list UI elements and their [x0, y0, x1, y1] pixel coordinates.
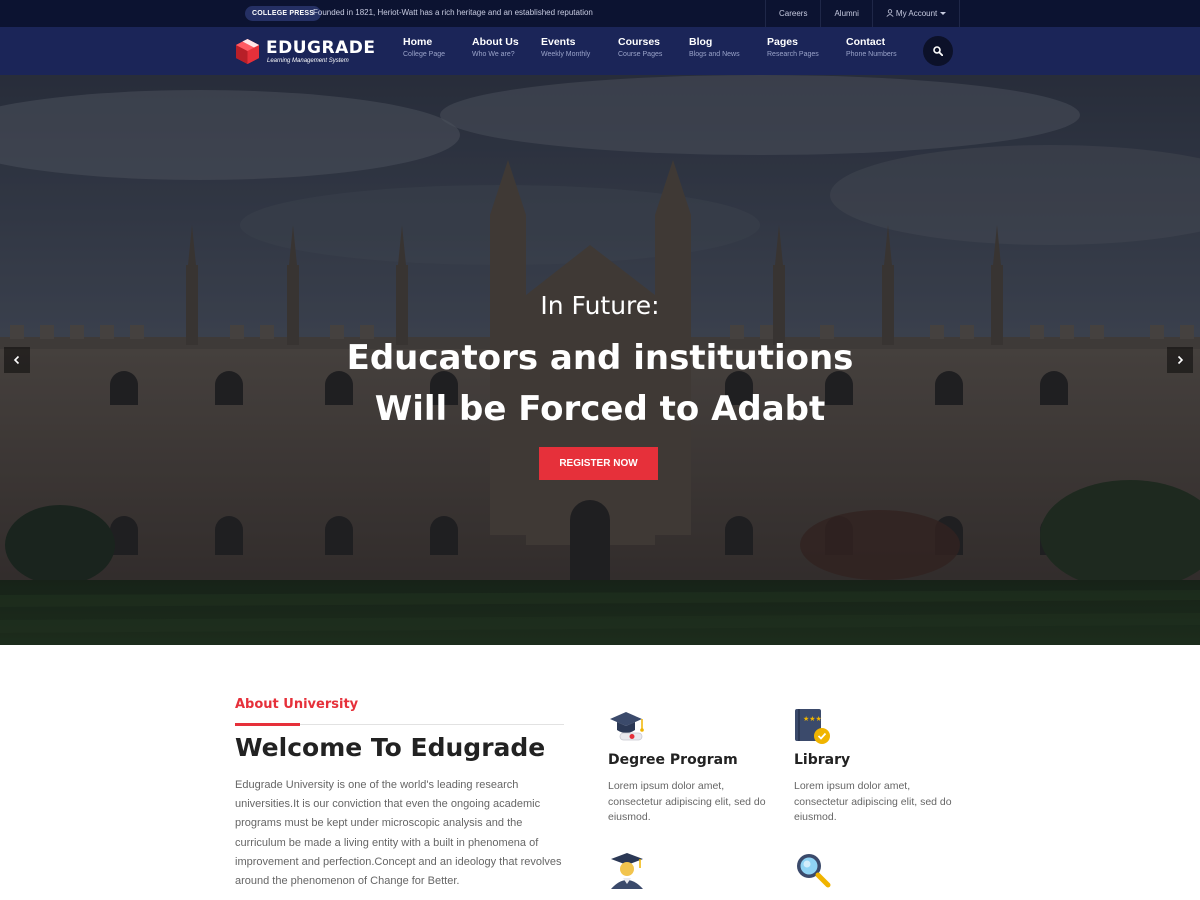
nav-label: Courses — [618, 36, 661, 48]
top-bar: COLLEGE PRESS Founded in 1821, Heriot-Wa… — [0, 0, 1200, 27]
nav-label: Events — [541, 36, 576, 48]
slider-next-button[interactable] — [1167, 347, 1193, 373]
chevron-left-icon — [13, 355, 20, 365]
my-account-label: My Account — [895, 9, 938, 18]
nav-sublabel: Blogs and News — [689, 51, 740, 58]
hero-title: Educators and institutions Will be Force… — [0, 333, 1200, 435]
nav-sublabel: Course Pages — [618, 51, 663, 58]
nav-sublabel: Weekly Monthly — [541, 51, 591, 58]
main-navbar: EDUGRADE Learning Management System Home… — [0, 27, 1200, 75]
search-icon — [933, 46, 943, 56]
nav-sublabel: Phone Numbers — [846, 51, 897, 58]
feature-title: Degree Program — [608, 752, 738, 768]
nav-label: Pages — [767, 36, 798, 48]
edugrade-logo[interactable]: EDUGRADE Learning Management System — [234, 37, 376, 67]
nav-pages[interactable]: Pages Research Pages — [767, 36, 819, 58]
careers-link[interactable]: Careers — [765, 0, 820, 27]
section-divider-accent — [235, 723, 300, 726]
nav-home[interactable]: Home College Page — [403, 36, 445, 58]
feature-graduate[interactable] — [608, 851, 778, 900]
nav-sublabel: College Page — [403, 51, 446, 58]
nav-label: Blog — [689, 36, 713, 48]
my-account-dropdown[interactable]: My Account — [871, 0, 961, 27]
alumni-link[interactable]: Alumni — [820, 0, 871, 27]
nav-sublabel: Who We are? — [472, 51, 515, 58]
nav-sublabel: Research Pages — [767, 51, 819, 58]
nav-courses[interactable]: Courses Course Pages — [618, 36, 662, 58]
feature-library[interactable]: ★★★ Library Lorem ipsum dolor amet, cons… — [794, 707, 964, 837]
about-heading: Welcome To Edugrade — [235, 733, 546, 762]
announcement-text: Founded in 1821, Heriot-Watt has a rich … — [313, 8, 593, 17]
graduate-student-icon — [611, 853, 643, 889]
feature-description: Lorem ipsum dolor amet, consectetur adip… — [794, 780, 952, 823]
feature-research[interactable] — [794, 851, 964, 900]
brand-name: EDUGRADE — [266, 38, 376, 58]
svg-text:★★★: ★★★ — [803, 715, 822, 723]
hero-title-line-2: Will be Forced to Adabt — [374, 389, 826, 429]
top-links: Careers Alumni My Account — [765, 0, 961, 27]
about-body-text: Edugrade University is one of the world'… — [235, 779, 562, 888]
nav-label: Contact — [846, 36, 886, 48]
feature-title: Library — [794, 752, 851, 768]
graduation-cap-diploma-icon — [610, 712, 644, 741]
nav-about-us[interactable]: About Us Who We are? — [472, 36, 519, 58]
caret-down-icon — [940, 12, 947, 15]
hero-subtitle: In Future: — [540, 291, 660, 320]
about-kicker: About University — [235, 697, 359, 712]
register-now-button[interactable]: REGISTER NOW — [539, 447, 658, 480]
feature-description: Lorem ipsum dolor amet, consectetur adip… — [608, 780, 766, 823]
user-icon — [886, 9, 894, 17]
nav-contact[interactable]: Contact Phone Numbers — [846, 36, 897, 58]
nav-blog[interactable]: Blog Blogs and News — [689, 36, 740, 58]
feature-degree-program[interactable]: Degree Program Lorem ipsum dolor amet, c… — [608, 707, 778, 837]
nav-label: Home — [403, 36, 433, 48]
magnifier-search-icon — [797, 854, 831, 888]
hero-slider: In Future: Educators and institutions Wi… — [0, 75, 1200, 645]
hero-title-line-1: Educators and institutions — [346, 338, 854, 378]
nav-events[interactable]: Events Weekly Monthly — [541, 36, 590, 58]
chevron-right-icon — [1177, 355, 1184, 365]
brand-tagline: Learning Management System — [267, 58, 349, 64]
library-book-icon: ★★★ — [795, 709, 830, 744]
college-press-badge: COLLEGE PRESS — [245, 6, 322, 21]
logo-cube-icon — [236, 39, 259, 64]
nav-label: About Us — [472, 36, 519, 48]
slider-prev-button[interactable] — [4, 347, 30, 373]
search-button[interactable] — [923, 36, 953, 66]
